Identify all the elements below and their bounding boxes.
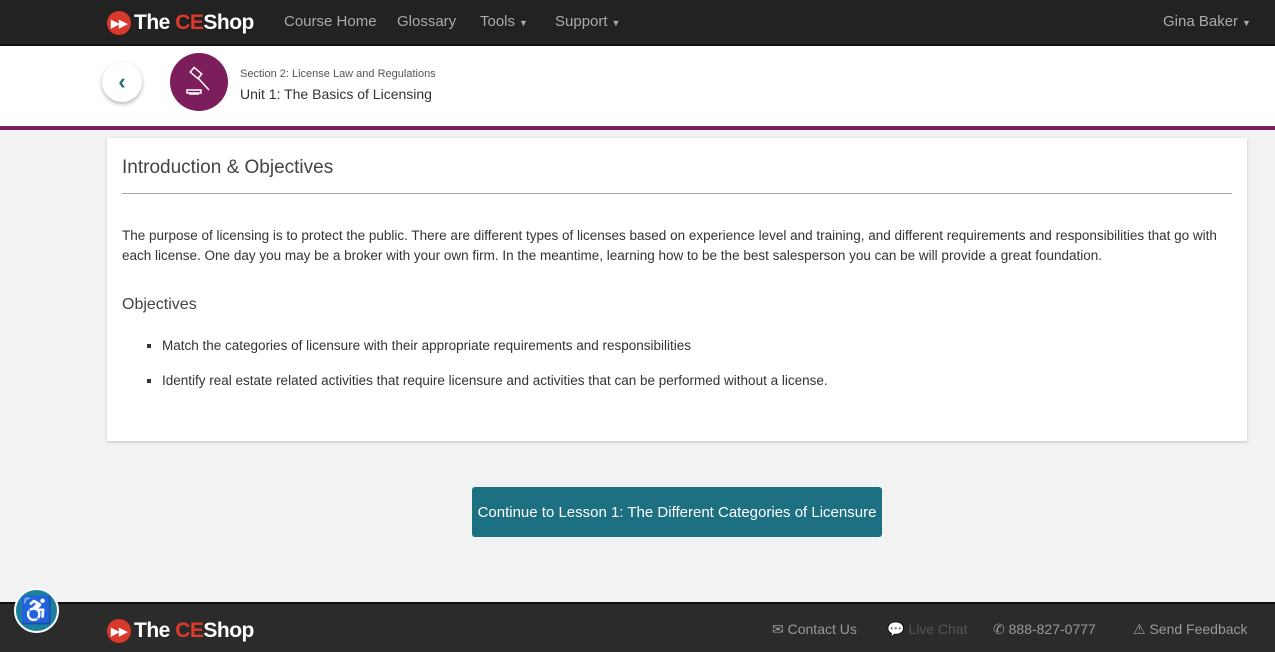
caret-down-icon: ▼	[611, 18, 621, 28]
intro-text: The purpose of licensing is to protect t…	[122, 228, 1217, 263]
card-title: Introduction & Objectives	[122, 157, 334, 178]
nav-support[interactable]: Support ▼	[555, 13, 620, 30]
fast-forward-icon: ▶▶	[107, 11, 131, 35]
phone-icon: ✆	[993, 621, 1009, 637]
nav-tools[interactable]: Tools ▼	[480, 13, 528, 30]
chevron-left-icon: ‹	[118, 69, 126, 94]
caret-down-icon: ▼	[1242, 18, 1251, 28]
warning-icon: ⚠	[1133, 621, 1150, 637]
top-navbar: ▶▶ The CE Shop Course Home Glossary Tools ▼…	[0, 0, 1275, 46]
nav-glossary[interactable]: Glossary	[397, 13, 456, 30]
envelope-icon: ✉	[772, 621, 788, 637]
footer-logo[interactable]: ▶▶ The CE Shop	[107, 619, 254, 643]
fast-forward-icon: ▶▶	[107, 619, 131, 643]
contact-us-link[interactable]: ✉ Contact Us	[772, 621, 857, 638]
back-button[interactable]: ‹	[102, 62, 142, 102]
list-item: Match the categories of licensure with t…	[162, 338, 828, 353]
nav-course-home[interactable]: Course Home	[284, 13, 377, 30]
chat-icon: 💬	[887, 621, 909, 637]
list-item: Identify real estate related activities …	[162, 373, 828, 388]
footer: ▶▶ The CE Shop ✉ Contact Us 💬 Live Chat ✆ …	[0, 602, 1275, 652]
user-menu[interactable]: Gina Baker ▼	[1163, 13, 1251, 30]
logo[interactable]: ▶▶ The CE Shop	[107, 11, 254, 35]
objectives-heading: Objectives	[122, 296, 197, 313]
section-label: Section 2: License Law and Regulations	[240, 68, 436, 80]
unit-title: Unit 1: The Basics of Licensing	[240, 86, 432, 102]
content-card: Introduction & Objectives The purpose of…	[107, 138, 1247, 441]
divider	[122, 193, 1232, 194]
send-feedback-link[interactable]: ⚠ Send Feedback	[1133, 621, 1248, 638]
unit-header: ‹ Section 2: License Law and Regulations…	[0, 46, 1275, 130]
accessibility-icon[interactable]: ♿	[14, 588, 59, 633]
objectives-list: Match the categories of licensure with t…	[162, 338, 828, 408]
caret-down-icon: ▼	[519, 18, 528, 28]
phone-link[interactable]: ✆ 888-827-0777	[993, 621, 1096, 638]
gavel-icon	[170, 53, 228, 111]
continue-button[interactable]: Continue to Lesson 1: The Different Cate…	[472, 487, 882, 537]
live-chat-link[interactable]: 💬 Live Chat	[887, 621, 967, 638]
